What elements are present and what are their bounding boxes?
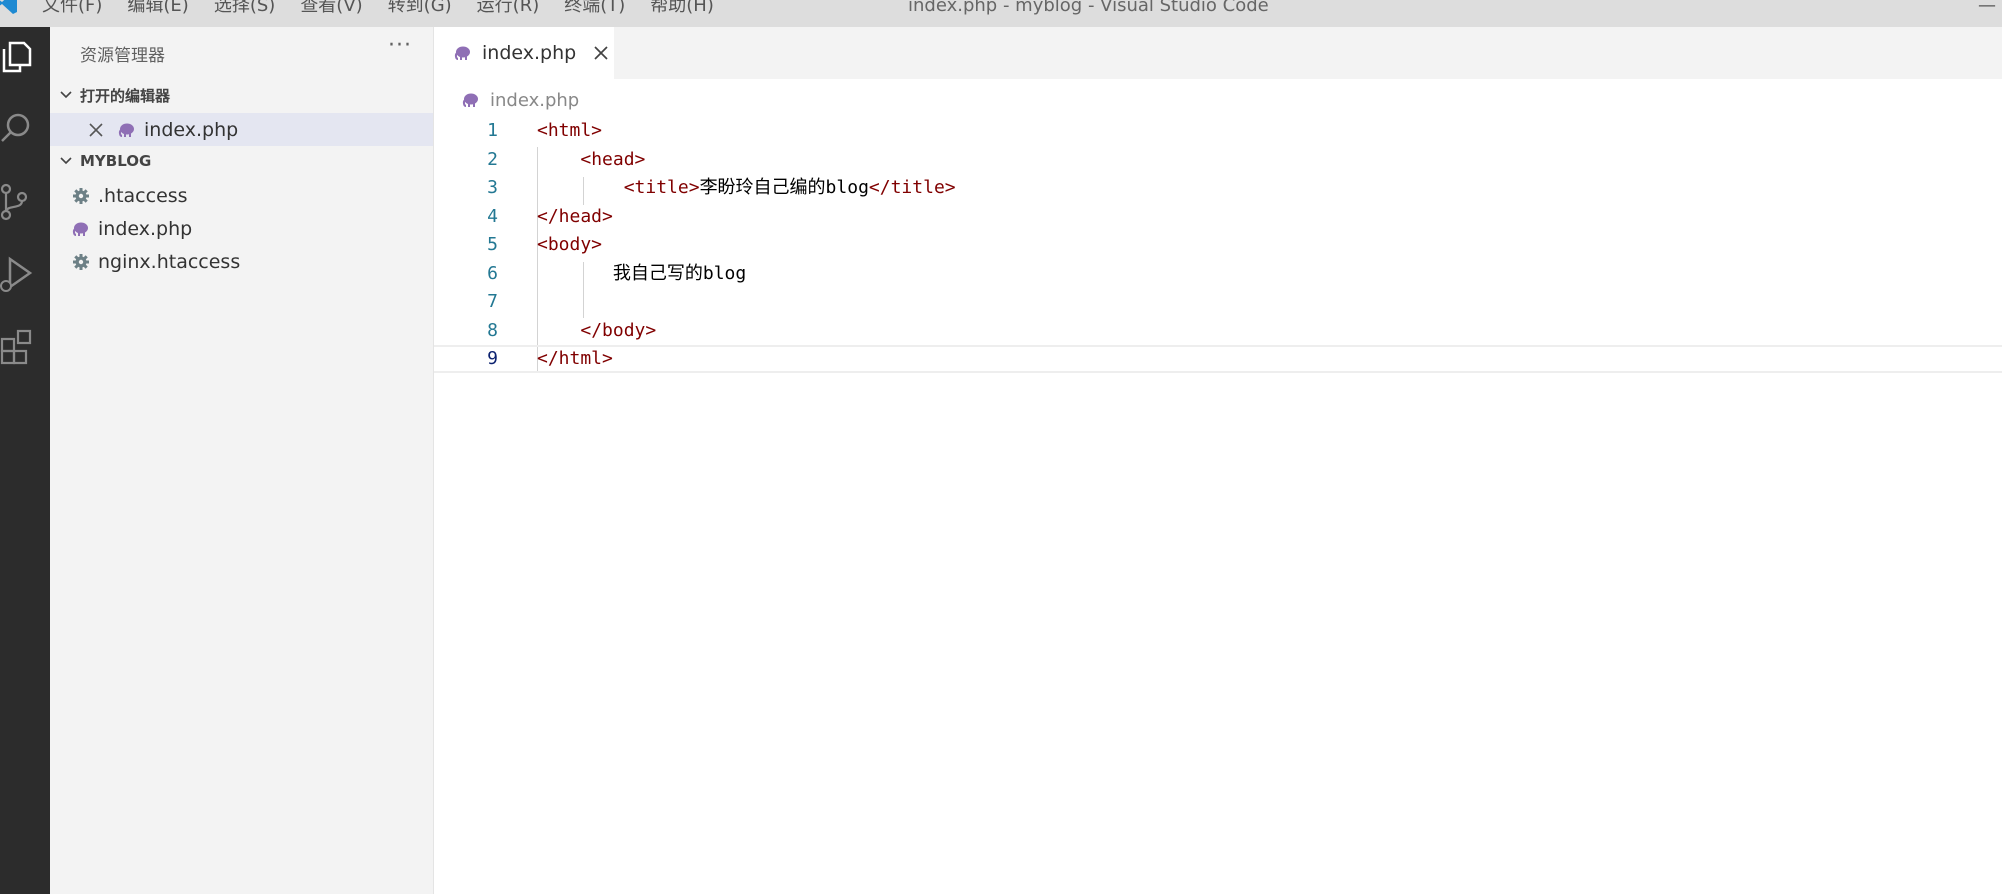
menu-run[interactable]: 运行(R) xyxy=(477,0,540,19)
code-text: <html> xyxy=(537,117,602,145)
folder-label: MYBLOG xyxy=(80,152,152,170)
code-text: </head> xyxy=(537,203,613,231)
menu-go[interactable]: 转到(G) xyxy=(388,0,452,19)
open-editors-label: 打开的编辑器 xyxy=(80,86,171,105)
code-text: <body> xyxy=(537,231,602,259)
search-icon[interactable] xyxy=(0,109,40,153)
line-number: 1 xyxy=(487,120,498,141)
code-line[interactable]: 2 <head> xyxy=(434,146,2002,174)
more-actions-button[interactable]: ··· xyxy=(388,33,412,58)
code-text: <head> xyxy=(537,146,645,174)
line-number: 8 xyxy=(487,320,498,341)
menu-bar: 文件(F) 编辑(E) 选择(S) 查看(V) 转到(G) 运行(R) 终端(T… xyxy=(42,0,739,19)
code-text: 我自己写的blog xyxy=(537,260,746,288)
source-control-icon[interactable] xyxy=(0,181,40,225)
html-tag-token: </title> xyxy=(868,177,956,198)
html-tag-token: <title> xyxy=(623,177,700,198)
php-elephant-icon xyxy=(462,93,478,107)
file-item-nginx-htaccess[interactable]: nginx.htaccess xyxy=(50,245,433,278)
breadcrumb-filename: index.php xyxy=(490,89,580,111)
editor-area: index.php index.php 1 <html> 2 <head> 3 <ti… xyxy=(434,27,2002,894)
html-tag-token: <head> xyxy=(580,149,646,170)
tab-bar: index.php xyxy=(434,27,2002,79)
php-elephant-icon xyxy=(454,46,470,60)
gear-icon xyxy=(73,187,89,204)
menu-selection[interactable]: 选择(S) xyxy=(214,0,275,19)
explorer-files-icon[interactable] xyxy=(0,37,40,81)
open-editor-filename: index.php xyxy=(144,118,239,141)
code-line[interactable]: 1 <html> xyxy=(434,117,2002,145)
file-name: .htaccess xyxy=(98,184,188,207)
code-line[interactable]: 3 <title>李盼玲自己编的blog</title> xyxy=(434,174,2002,202)
title-bar: 文件(F) 编辑(E) 选择(S) 查看(V) 转到(G) 运行(R) 终端(T… xyxy=(0,0,2002,27)
open-editors-header[interactable]: 打开的编辑器 xyxy=(50,80,433,110)
tab-label: index.php xyxy=(482,42,577,64)
close-icon[interactable] xyxy=(88,122,104,138)
activity-bar xyxy=(0,27,50,894)
line-number: 3 xyxy=(487,177,498,198)
code-text: </body> xyxy=(537,317,656,345)
breadcrumb[interactable]: index.php xyxy=(462,85,579,115)
gear-icon xyxy=(73,253,89,270)
file-item-index-php[interactable]: index.php xyxy=(50,212,433,245)
menu-view[interactable]: 查看(V) xyxy=(300,0,362,19)
code-text: </html> xyxy=(537,347,613,371)
code-line[interactable]: 6 我自己写的blog xyxy=(434,260,2002,288)
html-tag-token: </head> xyxy=(537,206,613,227)
line-number: 5 xyxy=(487,234,498,255)
html-tag-token: <body> xyxy=(537,234,603,255)
menu-file[interactable]: 文件(F) xyxy=(42,0,102,19)
html-tag-token: <html> xyxy=(537,120,603,141)
php-elephant-icon xyxy=(72,222,88,236)
vscode-logo-icon xyxy=(0,0,17,14)
php-elephant-icon xyxy=(118,123,134,137)
explorer-sidebar: 资源管理器 ··· 打开的编辑器 index.php MYBLOG .htacc… xyxy=(50,27,434,894)
text-token: 李盼玲自己编的blog xyxy=(699,177,869,198)
line-number: 9 xyxy=(487,348,498,369)
myblog-folder-header[interactable]: MYBLOG xyxy=(50,146,433,176)
open-editor-item[interactable]: index.php xyxy=(50,113,433,146)
code-line[interactable]: 5 <body> xyxy=(434,231,2002,259)
code-text: <title>李盼玲自己编的blog</title> xyxy=(537,174,956,202)
line-number: 2 xyxy=(487,149,498,170)
tab-index-php[interactable]: index.php xyxy=(434,27,614,79)
html-tag-token: </body> xyxy=(580,320,657,341)
text-token: 我自己写的blog xyxy=(537,263,747,284)
code-line[interactable]: 8 </body> xyxy=(434,317,2002,345)
minimize-button[interactable]: — xyxy=(1978,0,1996,19)
file-name: nginx.htaccess xyxy=(98,250,241,273)
chevron-down-icon xyxy=(60,157,72,165)
menu-edit[interactable]: 编辑(E) xyxy=(127,0,188,19)
extensions-icon[interactable] xyxy=(0,325,40,369)
run-debug-icon[interactable] xyxy=(0,253,40,297)
html-tag-token: </html> xyxy=(537,348,613,369)
close-icon[interactable] xyxy=(592,44,610,62)
code-line[interactable]: 4 </head> xyxy=(434,203,2002,231)
line-number: 4 xyxy=(487,206,498,227)
sidebar-title: 资源管理器 xyxy=(80,46,165,66)
menu-help[interactable]: 帮助(H) xyxy=(650,0,714,19)
window-title: index.php - myblog - Visual Studio Code xyxy=(908,0,1269,16)
file-item-htaccess[interactable]: .htaccess xyxy=(50,179,433,212)
menu-terminal[interactable]: 终端(T) xyxy=(564,0,625,19)
chevron-down-icon xyxy=(60,91,72,99)
code-line[interactable]: 9 </html> xyxy=(434,345,2002,373)
line-number: 7 xyxy=(487,291,498,312)
file-name: index.php xyxy=(98,217,193,240)
code-line[interactable]: 7 xyxy=(434,288,2002,316)
line-number: 6 xyxy=(487,263,498,284)
